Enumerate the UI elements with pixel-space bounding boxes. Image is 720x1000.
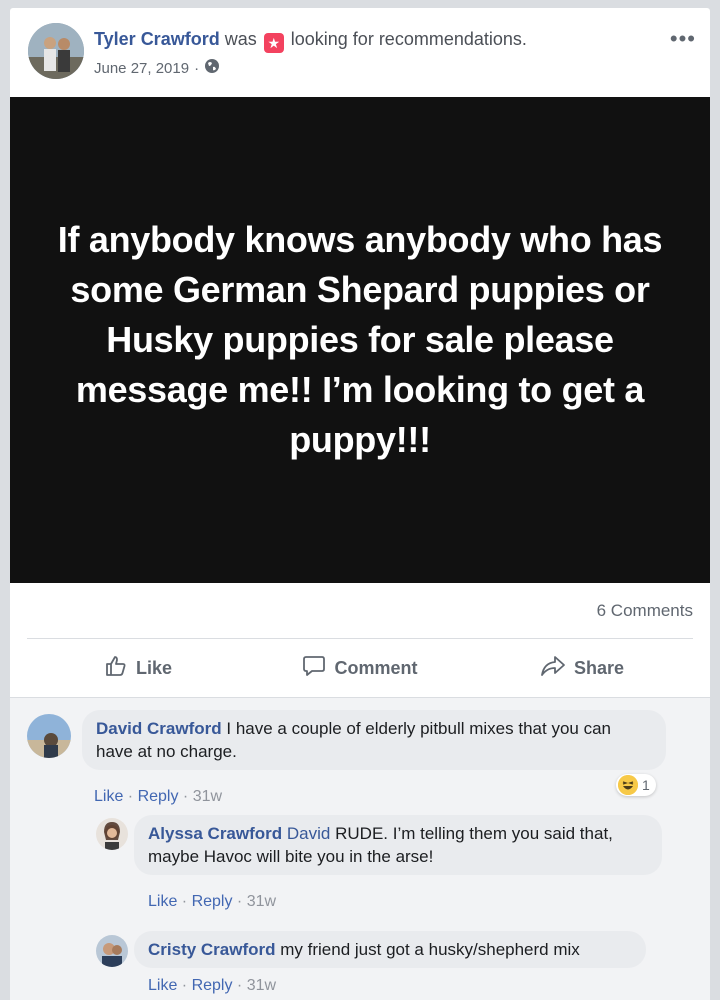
comment-reply-link[interactable]: Reply (138, 788, 179, 805)
comment-reply-link[interactable]: Reply (192, 977, 233, 994)
post-image-text: If anybody knows anybody who has some Ge… (57, 219, 663, 460)
comment-age[interactable]: 31w (247, 893, 276, 910)
share-label: Share (573, 657, 625, 678)
tagged-user[interactable]: David (287, 824, 330, 843)
comment-meta: Like · Reply · 31w (94, 788, 222, 806)
comment-bubble: David Crawford I have a couple of elderl… (82, 710, 666, 770)
comment-label: Comment (334, 657, 418, 678)
globe-icon[interactable] (204, 58, 220, 78)
comment-author[interactable]: David Crawford (96, 719, 222, 738)
meta-separator: · (123, 788, 138, 805)
haha-reaction-icon (618, 775, 638, 795)
divider (27, 638, 693, 639)
comment-like-link[interactable]: Like (148, 893, 177, 910)
reaction-count: 1 (642, 777, 650, 793)
comment-age[interactable]: 31w (247, 977, 276, 994)
comment-bubble: Cristy Crawford my friend just got a hus… (134, 931, 646, 968)
share-button[interactable]: Share (471, 640, 693, 696)
comment-text: my friend just got a husky/shepherd mix (280, 940, 580, 959)
comments-top-border (10, 697, 710, 698)
post-meta: June 27, 2019 · (94, 58, 220, 78)
comment-author[interactable]: Alyssa Crawford (148, 824, 282, 843)
comment-bubble-icon (302, 654, 326, 683)
comment-reply-link[interactable]: Reply (192, 893, 233, 910)
thumbs-up-icon (104, 654, 128, 683)
post-card: Tyler Crawford was ★ looking for recomme… (10, 8, 710, 1000)
meta-separator: · (178, 788, 193, 805)
status-prefix: was (224, 29, 257, 49)
status-text: looking for recommendations. (290, 29, 527, 49)
author-name[interactable]: Tyler Crawford (94, 29, 220, 49)
post-date[interactable]: June 27, 2019 (94, 60, 189, 77)
comment-meta: Like · Reply · 31w (148, 977, 276, 995)
like-button[interactable]: Like (27, 640, 249, 696)
post-header: Tyler Crawford was ★ looking for recomme… (10, 8, 710, 96)
meta-separator: · (232, 893, 247, 910)
post-actions: Like Comment Share (27, 640, 693, 696)
comment-meta: Like · Reply · 31w (148, 893, 276, 911)
comment-button[interactable]: Comment (249, 640, 471, 696)
meta-separator: · (232, 977, 247, 994)
post-title-line: Tyler Crawford was ★ looking for recomme… (94, 29, 527, 53)
more-options-icon[interactable]: ••• (670, 26, 696, 52)
meta-separator: · (177, 977, 192, 994)
comment-like-link[interactable]: Like (94, 788, 123, 805)
share-arrow-icon (540, 654, 566, 683)
comment-author[interactable]: Cristy Crawford (148, 940, 276, 959)
recommendation-icon: ★ (263, 33, 284, 53)
comment-age[interactable]: 31w (193, 788, 222, 805)
commenter-avatar[interactable] (96, 818, 128, 850)
post-image[interactable]: If anybody knows anybody who has some Ge… (10, 97, 710, 583)
comment-bubble: Alyssa Crawford David RUDE. I’m telling … (134, 815, 662, 875)
commenter-avatar[interactable] (27, 714, 71, 758)
comments-section: David Crawford I have a couple of elderl… (10, 697, 710, 1000)
reaction-badge[interactable]: 1 (616, 774, 656, 796)
meta-separator: · (177, 893, 192, 910)
like-label: Like (135, 657, 173, 678)
author-avatar[interactable] (28, 23, 84, 79)
comment-like-link[interactable]: Like (148, 977, 177, 994)
meta-separator: · (194, 59, 200, 77)
comments-count[interactable]: 6 Comments (597, 601, 693, 621)
commenter-avatar[interactable] (96, 935, 128, 967)
